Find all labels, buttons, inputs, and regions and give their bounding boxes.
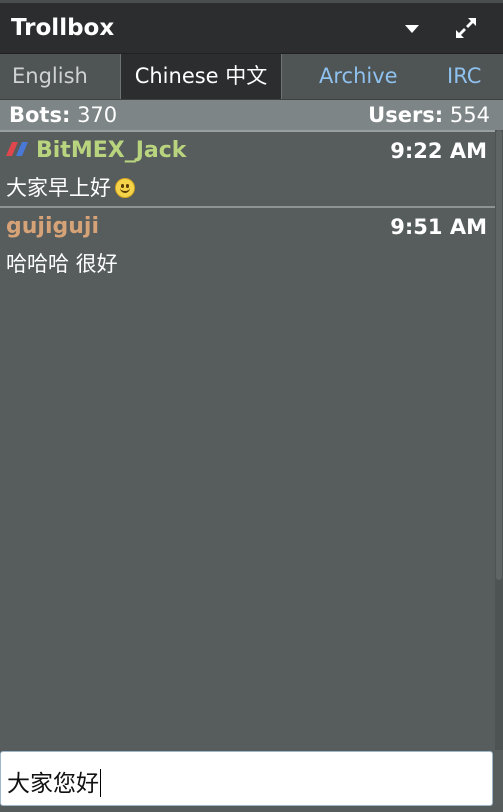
users-label: Users:	[368, 103, 444, 127]
expand-button[interactable]	[453, 15, 479, 41]
message-username[interactable]: gujiguji	[6, 214, 99, 239]
dropdown-button[interactable]	[400, 19, 424, 39]
chat-message: gujiguji 9:51 AM 哈哈哈 很好	[0, 208, 495, 276]
chat-input[interactable]: 大家您好	[0, 751, 493, 806]
bots-stat: Bots: 370	[9, 103, 117, 127]
message-time: 9:51 AM	[390, 215, 487, 239]
message-text: 哈哈哈 很好	[6, 252, 118, 276]
trollbox-panel: Trollbox English Chinese 中文 Archive IRC …	[0, 0, 503, 812]
irc-link[interactable]: IRC	[447, 54, 481, 99]
smiley-face-icon	[115, 178, 135, 198]
users-count: 554	[449, 103, 490, 127]
bitmex-logo-icon	[6, 142, 28, 156]
users-stat: Users: 554	[368, 103, 490, 127]
panel-title: Trollbox	[11, 15, 115, 41]
bots-count: 370	[77, 103, 118, 127]
scrollbar-thumb[interactable]	[496, 130, 502, 580]
message-username[interactable]: BitMEX_Jack	[36, 138, 186, 163]
caret-down-icon	[405, 25, 419, 33]
expand-arrows-icon	[456, 18, 476, 38]
bots-label: Bots:	[9, 103, 71, 127]
message-time: 9:22 AM	[390, 139, 487, 163]
tab-english[interactable]: English	[12, 54, 88, 99]
tab-bar: English Chinese 中文 Archive IRC	[0, 54, 503, 100]
chat-message: BitMEX_Jack 9:22 AM 大家早上好	[0, 132, 495, 208]
chat-input-value: 大家您好	[7, 771, 99, 797]
text-caret	[100, 769, 101, 797]
chat-scrollbar[interactable]	[495, 130, 503, 750]
bottom-strip	[0, 806, 503, 812]
archive-link[interactable]: Archive	[319, 54, 398, 99]
message-text: 大家早上好	[6, 176, 111, 200]
stats-bar: Bots: 370 Users: 554	[0, 100, 503, 132]
trollbox-header: Trollbox	[0, 3, 503, 54]
message-text-row: 大家早上好	[6, 172, 135, 202]
tab-chinese[interactable]: Chinese 中文	[120, 54, 282, 99]
